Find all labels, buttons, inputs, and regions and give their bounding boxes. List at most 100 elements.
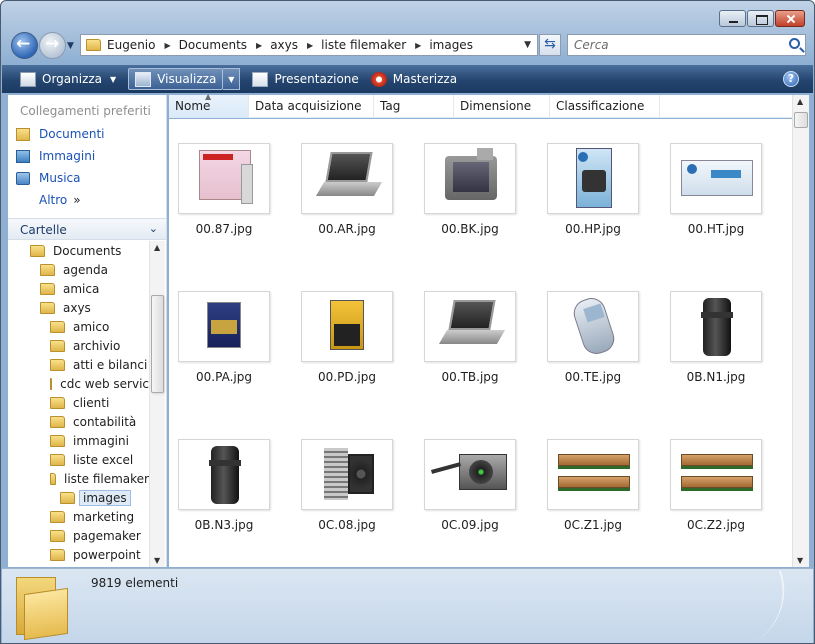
breadcrumb-item[interactable]: Documents ▶ [179,38,271,52]
help-icon[interactable]: ? [783,71,799,87]
scroll-down-icon[interactable]: ▼ [797,556,803,565]
file-item[interactable]: 00.PA.jpg [178,291,270,384]
folder-tree-item[interactable]: agenda [8,260,149,279]
folder-tree-item[interactable]: images [8,488,149,507]
chevron-right-icon[interactable]: ▶ [415,41,421,50]
chevron-down-icon: ⌄ [148,222,158,235]
address-bar[interactable]: Eugenio ▶ Documents ▶ axys ▶ liste filemaker ▶ i… [80,34,538,56]
chevron-down-icon[interactable]: ▼ [524,40,531,50]
refresh-icon: ⇆ [544,36,556,52]
navigation-pane: Collegamenti preferiti Documenti Immagin… [8,95,167,567]
favorites-header: Collegamenti preferiti [20,104,151,118]
folder-tree-item[interactable]: liste excel [8,450,149,469]
file-item[interactable]: 0B.N1.jpg [670,291,762,384]
folder-tree-item[interactable]: amico [8,317,149,336]
file-item[interactable]: 00.87.jpg [178,143,270,236]
recent-pages-dropdown[interactable]: ▼ [67,41,74,51]
file-item[interactable]: 0C.Z1.jpg [547,439,639,532]
scroll-up-icon[interactable]: ▲ [154,243,160,252]
folder-tree-item[interactable]: pagemaker [8,526,149,545]
view-button[interactable]: Visualizza [128,68,224,90]
chevron-right-icon[interactable]: ▶ [256,41,262,50]
folder-tree-item[interactable]: Documents [8,241,149,260]
file-item[interactable]: 00.HP.jpg [547,143,639,236]
folder-tree-item[interactable]: cdc web servic [8,374,149,393]
favorite-music[interactable]: Musica [8,167,166,189]
column-header[interactable]: Dimensione [454,95,550,118]
scroll-down-icon[interactable]: ▼ [154,556,160,565]
favorite-pictures[interactable]: Immagini [8,145,166,167]
file-item[interactable]: 00.HT.jpg [670,143,762,236]
column-headers: Nome ▲ Data acquisizione Tag Dimensione Class… [169,92,792,118]
refresh-button[interactable]: ⇆ [539,34,561,56]
maximize-button[interactable] [747,10,774,27]
folder-icon [50,472,57,485]
column-header[interactable]: Tag [374,95,454,118]
scrollbar-thumb[interactable] [151,295,164,393]
caption-buttons [718,10,805,27]
search-box[interactable] [567,34,806,56]
file-name: 0C.09.jpg [441,518,499,532]
slideshow-button[interactable]: Presentazione [246,65,364,93]
folder-icon [50,396,65,409]
folder-tree-item[interactable]: liste filemaker [8,469,149,488]
breadcrumb-item[interactable]: images [429,38,473,52]
folder-icon [50,415,65,428]
folder-icon [40,282,55,295]
file-item[interactable]: 00.AR.jpg [301,143,393,236]
folder-tree-label: powerpoint [73,547,141,562]
file-item[interactable]: 00.TB.jpg [424,291,516,384]
file-item[interactable]: 0C.Z2.jpg [670,439,762,532]
search-input[interactable] [568,35,773,55]
scrollbar-thumb[interactable] [794,112,808,128]
folder-tree-label: cdc web servic [60,376,149,391]
breadcrumb-item[interactable]: Eugenio ▶ [107,38,179,52]
breadcrumb-item[interactable]: liste filemaker ▶ [321,38,429,52]
folder-tree-scrollbar[interactable]: ▲ ▼ [149,241,165,567]
file-item[interactable]: 0B.N3.jpg [178,439,270,532]
favorites-more[interactable]: Altro » [8,189,166,211]
column-header[interactable]: Nome ▲ [169,92,249,118]
laptop-thumb [424,291,516,362]
folder-tree-item[interactable]: atti e bilanci [8,355,149,374]
view-dropdown[interactable]: ▼ [223,68,241,90]
forward-button[interactable] [39,32,66,59]
file-name: 00.AR.jpg [318,222,376,236]
search-icon[interactable] [789,38,800,49]
close-button[interactable] [775,10,805,27]
minimize-button[interactable] [719,10,746,27]
column-header[interactable]: Classificazione [550,95,660,118]
folder-tree-item[interactable]: contabilità [8,412,149,431]
folder-tree-item[interactable]: marketing [8,507,149,526]
folder-icon [40,263,55,276]
folder-tree-item[interactable]: powerpoint [8,545,149,564]
file-item[interactable]: 00.TE.jpg [547,291,639,384]
chevron-right-icon[interactable]: ▶ [164,41,170,50]
column-header[interactable]: Data acquisizione [249,95,374,118]
gps-device-thumb [424,143,516,214]
file-item[interactable]: 0C.09.jpg [424,439,516,532]
file-item[interactable]: 0C.08.jpg [301,439,393,532]
folder-tree-item[interactable]: immagini [8,431,149,450]
scroll-up-icon[interactable]: ▲ [797,97,803,106]
double-chevron-right-icon: » [73,193,81,207]
back-button[interactable] [11,32,38,59]
folders-header[interactable]: Cartelle ⌄ [8,218,166,240]
folder-tree-item[interactable]: archivio [8,336,149,355]
favorite-documents[interactable]: Documenti [8,123,166,145]
burn-button[interactable]: Masterizza [365,65,463,93]
file-name: 00.87.jpg [195,222,253,236]
folder-tree-label: contabilità [73,414,137,429]
file-item[interactable]: 00.PD.jpg [301,291,393,384]
folder-tree-item[interactable]: clienti [8,393,149,412]
organize-button[interactable]: Organizza ▼ [14,65,122,93]
folder-tree-item[interactable]: amica [8,279,149,298]
file-item[interactable]: 00.BK.jpg [424,143,516,236]
folder-tree-item[interactable]: axys [8,298,149,317]
ram-modules-thumb [670,439,762,510]
camera-lens-thumb [178,439,270,510]
breadcrumb-item[interactable]: axys ▶ [270,38,321,52]
file-list-scrollbar[interactable]: ▲ ▼ [792,95,809,567]
chevron-right-icon[interactable]: ▶ [307,41,313,50]
column-header-label: Tag [380,99,401,113]
